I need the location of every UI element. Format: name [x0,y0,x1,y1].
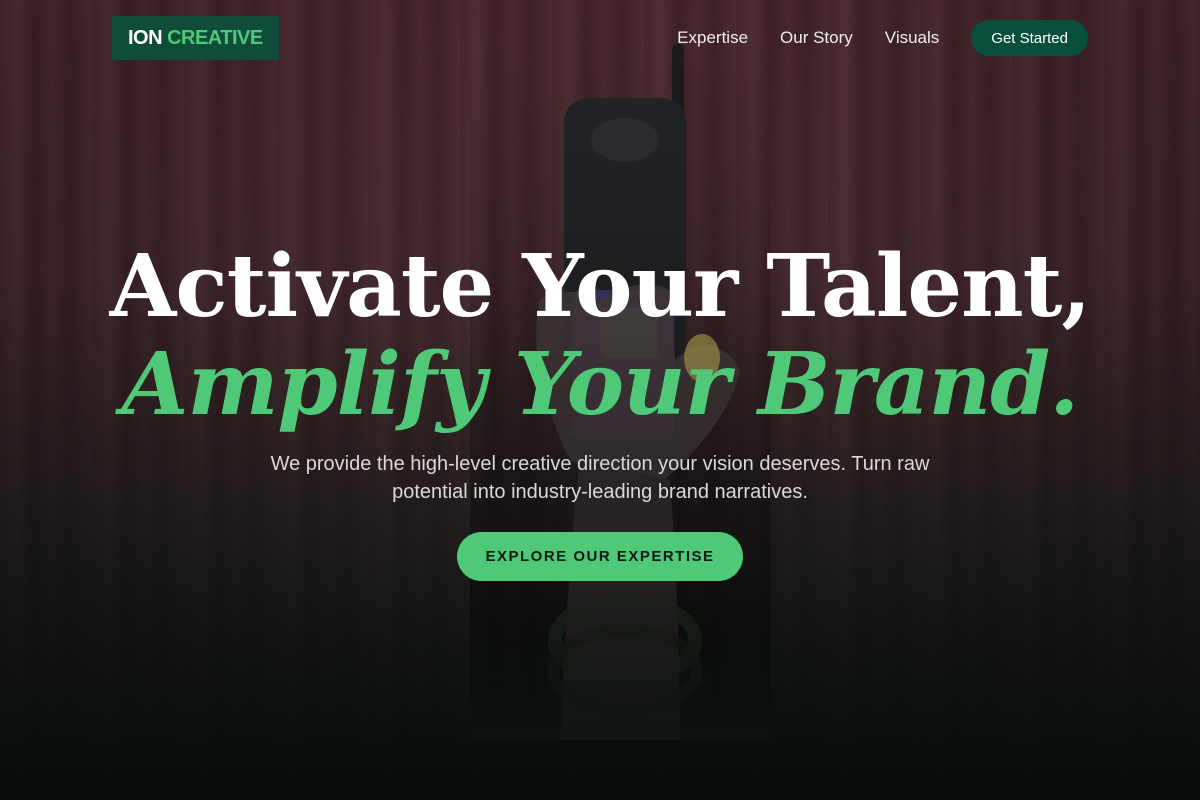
hero-headline-line1: Activate Your Talent, [109,236,1092,337]
top-navbar: ION CREATIVE Expertise Our Story Visuals… [112,16,1088,60]
nav-link-visuals[interactable]: Visuals [885,28,940,48]
logo[interactable]: ION CREATIVE [112,16,279,60]
nav-link-expertise[interactable]: Expertise [677,28,748,48]
logo-text-creative: CREATIVE [167,26,263,49]
explore-expertise-button[interactable]: EXPLORE OUR EXPERTISE [457,532,743,581]
hero-subtitle: We provide the high-level creative direc… [270,453,930,503]
get-started-button[interactable]: Get Started [971,20,1088,56]
logo-text-ion: ION [128,26,163,49]
hero-headline-line2: Amplify Your Brand. [121,334,1079,435]
nav-links: Expertise Our Story Visuals Get Started [645,20,1088,56]
nav-link-our-story[interactable]: Our Story [780,28,853,48]
